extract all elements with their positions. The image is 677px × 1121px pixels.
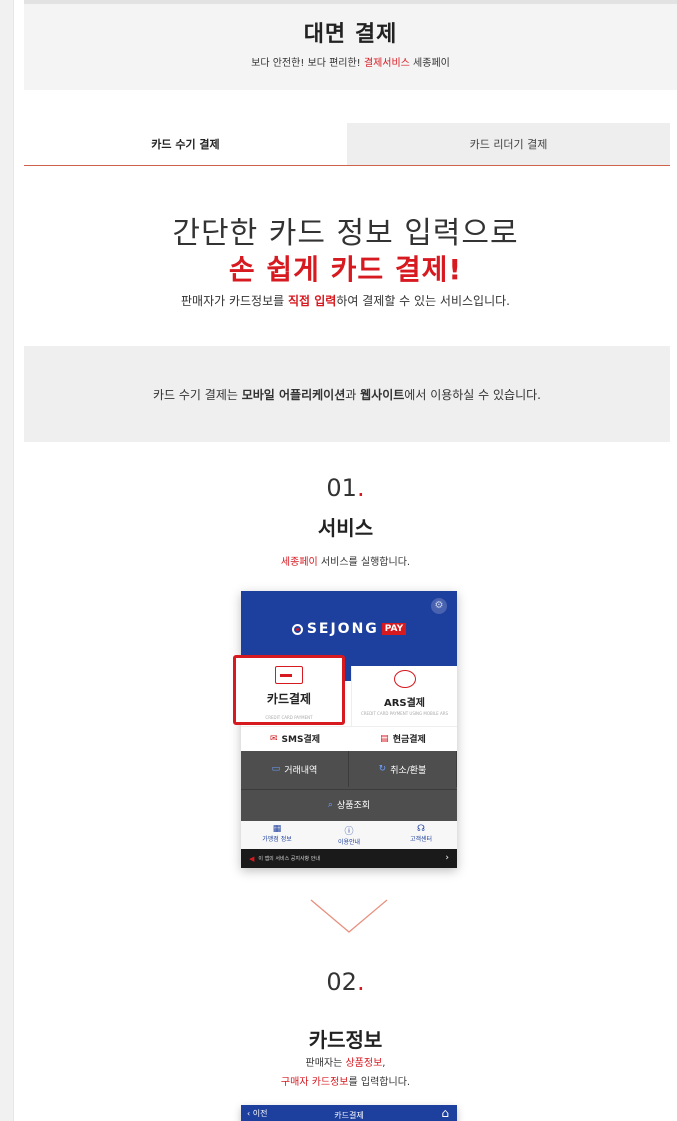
notice-post: 에서 이용하실 수 있습니다. — [404, 387, 541, 402]
refresh-icon: ↻ — [378, 764, 387, 774]
card-label: 카드결제 — [266, 692, 312, 706]
step2-number: 02. — [14, 968, 677, 996]
search-icon: ⌕ — [327, 799, 333, 810]
foot-text: 이 앱의 서비스 공지사항 안내 — [258, 856, 320, 862]
step2-line1-highlight: 상품정보 — [345, 1058, 383, 1069]
step2-line1-post: , — [382, 1058, 386, 1069]
list-icon: ▭ — [271, 764, 281, 774]
chevron-down-icon — [310, 899, 388, 933]
credit-card-icon — [275, 666, 303, 684]
headline-line1: 간단한 카드 정보 입력으로 — [172, 216, 519, 251]
step2-line2-post: 를 입력합니다. — [348, 1077, 411, 1088]
logo-pay-badge: PAY — [381, 623, 407, 635]
sms-payment-option: ✉ SMS결제 — [241, 727, 349, 750]
info-icon: ⓘ — [344, 827, 354, 837]
step1-dot: . — [356, 474, 365, 502]
hero-sub-pre: 보다 안전한! 보다 편리한! — [251, 58, 364, 69]
page: 대면 결제 보다 안전한! 보다 편리한! 결제서비스 세종페이 카드 수기 결… — [14, 0, 677, 1121]
phone-call-icon — [393, 670, 416, 688]
notice-bold-web: 웹사이트 — [360, 387, 405, 402]
history-label: 거래내역 — [284, 765, 318, 776]
step2-num: 02 — [326, 968, 357, 996]
app-screenshot-main: ⚙ SEJONG PAY ARS결제 CREDIT CARD PAYMENT US… — [241, 591, 457, 868]
history-option: ▭ 거래내역 — [241, 751, 349, 787]
sejong-pay-logo: SEJONG PAY — [241, 621, 457, 637]
cash-payment-option: ▤ 현금결제 — [349, 727, 457, 750]
page-title: 대면 결제 — [303, 22, 398, 47]
headset-icon: ☊ — [417, 824, 425, 834]
card-payment-highlight: 카드결제 CREDIT CARD PAYMENT — [233, 655, 345, 725]
left-gutter — [0, 0, 14, 1121]
notice-pre: 카드 수기 결제는 — [152, 387, 242, 402]
tab-card-reader[interactable]: 카드 리더기 결제 — [347, 123, 670, 165]
cancel-label: 취소/환불 — [390, 765, 427, 776]
ars-payment-option: ARS결제 CREDIT CARD PAYMENT USING MOBILE A… — [351, 666, 457, 726]
payment-tabs: 카드 수기 결제 카드 리더기 결제 — [24, 123, 670, 166]
app-bottom-menu: ▦ 가맹점 정보 ⓘ 이용안내 ☊ 고객센터 — [241, 821, 457, 849]
tab-manual-card[interactable]: 카드 수기 결제 — [24, 123, 347, 165]
step1-text-highlight: 세종페이 — [280, 557, 318, 568]
store-icon: ▦ — [272, 824, 282, 834]
speaker-icon: ◀ — [249, 854, 255, 863]
step2-line2-highlight: 구매자 카드정보 — [280, 1077, 349, 1088]
cash-label: 현금결제 — [392, 735, 426, 745]
card-en: CREDIT CARD PAYMENT — [265, 715, 313, 720]
app-screenshot-card-info: ‹ 이전 카드결제 ⌂ — [241, 1105, 457, 1121]
desc-post: 하여 결제할 수 있는 서비스입니다. — [336, 294, 510, 308]
step1-text-post: 서비스를 실행합니다. — [317, 557, 411, 568]
merchant-info-label: 가맹점 정보 — [262, 836, 292, 843]
app-row-sms-cash: ✉ SMS결제 ▤ 현금결제 — [241, 726, 457, 750]
support-label: 고객센터 — [409, 836, 433, 843]
search-label: 상품조회 — [336, 801, 371, 811]
step2-text: 판매자는 상품정보, 구매자 카드정보를 입력합니다. — [14, 1054, 677, 1092]
cash-icon: ▤ — [380, 733, 389, 744]
guide-item: ⓘ 이용안내 — [313, 821, 385, 849]
hero-subtitle: 보다 안전한! 보다 편리한! 결제서비스 세종페이 — [24, 54, 677, 69]
notice-mid: 과 — [345, 387, 361, 402]
logo-ring-icon — [291, 623, 303, 635]
desc-pre: 판매자가 카드정보를 — [181, 294, 288, 308]
search-option: ⌕ 상품조회 — [241, 789, 457, 819]
hero-sub-post: 세종페이 — [409, 58, 450, 69]
support-item: ☊ 고객센터 — [385, 821, 457, 849]
step1-text: 세종페이 서비스를 실행합니다. — [14, 553, 677, 572]
sms-label: SMS결제 — [281, 735, 321, 745]
app-dark-menu: ▭ 거래내역 ↻ 취소/환불 ⌕ 상품조회 — [241, 751, 457, 821]
ars-label: ARS결제 — [383, 698, 426, 709]
chevron-right-icon: › — [445, 853, 449, 863]
desc-highlight: 직접 입력 — [288, 294, 337, 308]
home-icon: ⌂ — [441, 1106, 449, 1120]
step1-number: 01. — [14, 474, 677, 502]
step2-line1-pre: 판매자는 — [305, 1058, 346, 1069]
phone2-title: 카드결제 — [334, 1110, 364, 1120]
headline-line2: 손 쉽게 카드 결제! — [228, 253, 463, 286]
back-text: 이전 — [252, 1109, 268, 1118]
step1-title: 서비스 — [317, 516, 374, 540]
guide-label: 이용안내 — [337, 839, 361, 846]
envelope-icon: ✉ — [269, 733, 278, 744]
availability-notice: 카드 수기 결제는 모바일 어플리케이션과 웹사이트에서 이용하실 수 있습니다… — [24, 346, 670, 442]
hero-sub-highlight: 결제서비스 — [363, 58, 410, 69]
cancel-option: ↻ 취소/환불 — [349, 751, 457, 787]
service-description: 판매자가 카드정보를 직접 입력하여 결제할 수 있는 서비스입니다. — [14, 292, 677, 309]
app-footer-notice: ◀ 이 앱의 서비스 공지사항 안내 › — [241, 849, 457, 868]
gear-icon: ⚙ — [431, 598, 447, 614]
back-label: ‹ 이전 — [247, 1109, 268, 1118]
merchant-info-item: ▦ 가맹점 정보 — [241, 821, 313, 849]
notice-bold-app: 모바일 어플리케이션 — [241, 387, 346, 402]
step1-num: 01 — [326, 474, 357, 502]
logo-text: SEJONG — [306, 621, 379, 637]
step2-dot: . — [356, 968, 365, 996]
hero-banner: 대면 결제 보다 안전한! 보다 편리한! 결제서비스 세종페이 — [24, 0, 677, 90]
step2-title: 카드정보 — [308, 1028, 383, 1052]
ars-en: CREDIT CARD PAYMENT USING MOBILE ARS — [360, 711, 449, 716]
